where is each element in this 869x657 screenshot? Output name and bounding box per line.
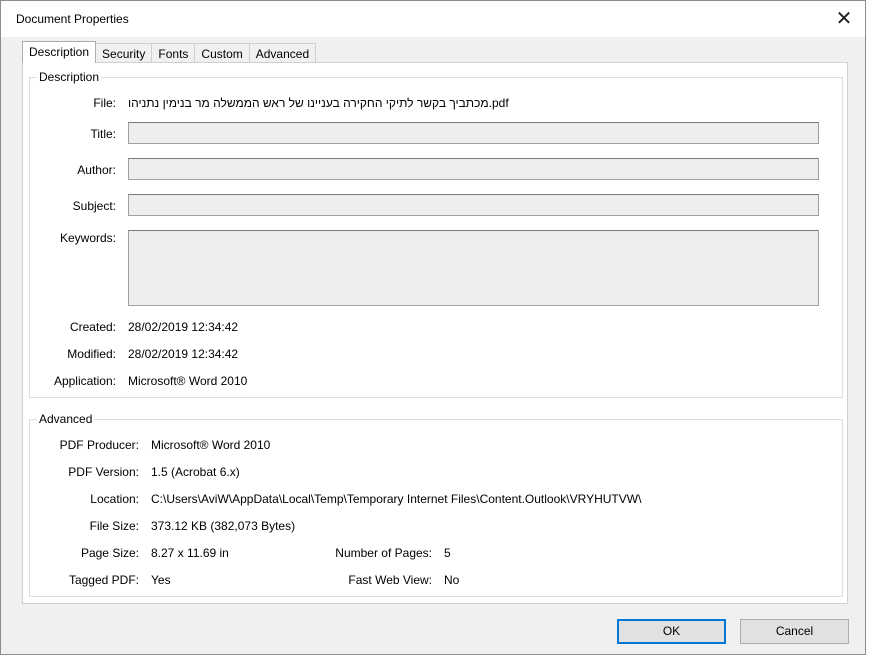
file-size-value: 373.12 KB (382,073 Bytes) — [151, 519, 296, 533]
close-icon[interactable]: ✕ — [831, 7, 857, 31]
tab-description[interactable]: Description — [22, 41, 97, 63]
number-of-pages-value: 5 — [444, 546, 451, 560]
advanced-group-legend: Advanced — [39, 412, 93, 426]
application-value: Microsoft® Word 2010 — [128, 374, 248, 388]
created-value: 28/02/2019 12:34:42 — [128, 320, 239, 334]
modified-value: 28/02/2019 12:34:42 — [128, 347, 239, 361]
document-properties-dialog: Document Properties ✕ Description Securi… — [0, 0, 866, 655]
cancel-button[interactable]: Cancel — [740, 619, 849, 644]
title-label: Title: — [90, 127, 116, 141]
tagged-pdf-label: Tagged PDF: — [68, 573, 139, 587]
page-size-value: 8.27 x 11.69 in — [151, 546, 229, 560]
application-label: Application: — [53, 374, 116, 388]
pdf-producer-value: Microsoft® Word 2010 — [151, 438, 271, 452]
pdf-version-label: PDF Version: — [68, 465, 139, 479]
title-bar: Document Properties ✕ — [1, 1, 865, 37]
fast-web-view-label: Fast Web View: — [348, 573, 432, 587]
number-of-pages-label: Number of Pages: — [335, 546, 432, 560]
tab-advanced[interactable]: Advanced — [248, 43, 317, 63]
file-label: File: — [93, 96, 116, 110]
title-field[interactable] — [128, 122, 819, 144]
window-title: Document Properties — [16, 12, 129, 26]
file-size-label: File Size: — [89, 519, 139, 533]
created-label: Created: — [69, 320, 116, 334]
author-label: Author: — [77, 163, 116, 177]
tagged-pdf-value: Yes — [151, 573, 171, 587]
ok-button[interactable]: OK — [617, 619, 726, 644]
modified-label: Modified: — [67, 347, 116, 361]
subject-label: Subject: — [72, 199, 116, 213]
pdf-producer-label: PDF Producer: — [59, 438, 139, 452]
keywords-label: Keywords: — [59, 231, 116, 245]
location-value: C:\Users\AviW\AppData\Local\Temp\Tempora… — [151, 492, 642, 506]
tab-security[interactable]: Security — [95, 43, 153, 63]
pdf-version-value: 1.5 (Acrobat 6.x) — [151, 465, 240, 479]
page-size-label: Page Size: — [80, 546, 139, 560]
location-label: Location: — [90, 492, 139, 506]
tab-panel-description: Description File: מכתביך בקשר לתיקי החקי… — [22, 62, 848, 604]
file-value: מכתביך בקשר לתיקי החקירה בעניינו של ראש … — [128, 96, 509, 110]
description-group-legend: Description — [39, 70, 100, 84]
fast-web-view-value: No — [444, 573, 460, 587]
tab-fonts[interactable]: Fonts — [151, 43, 196, 63]
tab-strip: Description Security Fonts Custom Advanc… — [22, 41, 317, 63]
tab-custom[interactable]: Custom — [194, 43, 250, 63]
subject-field[interactable] — [128, 194, 819, 216]
keywords-field[interactable] — [128, 230, 819, 306]
author-field[interactable] — [128, 158, 819, 180]
